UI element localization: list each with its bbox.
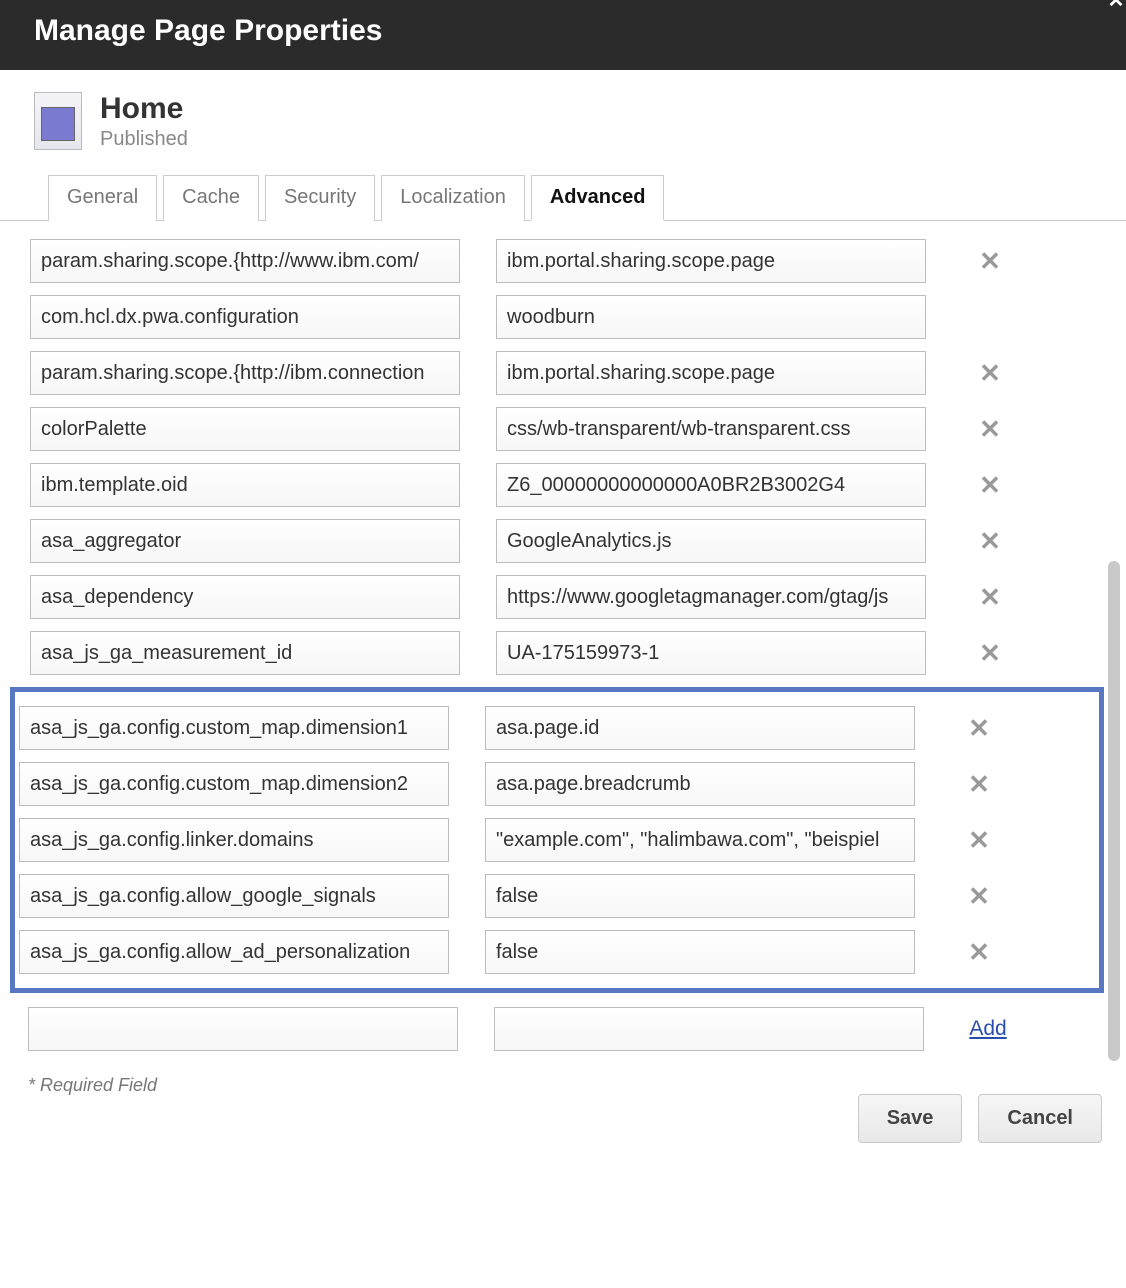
property-row: ✕: [17, 818, 1097, 862]
page-icon: [34, 92, 82, 150]
property-key-input[interactable]: [19, 818, 449, 862]
property-key-input[interactable]: [30, 519, 460, 563]
property-key-input[interactable]: [19, 762, 449, 806]
close-icon: ✕: [968, 713, 990, 743]
page-status: Published: [100, 128, 188, 151]
tab-security[interactable]: Security: [265, 175, 375, 221]
property-row: ✕: [28, 463, 1098, 507]
dialog-footer: * Required Field Save Cancel: [0, 1061, 1126, 1173]
property-value-input[interactable]: [496, 631, 926, 675]
page-header: Home Published: [0, 70, 1126, 157]
property-value-input[interactable]: [496, 463, 926, 507]
scrollbar-thumb[interactable]: [1108, 561, 1120, 1061]
close-icon: ✕: [968, 937, 990, 967]
close-icon: ✕: [968, 881, 990, 911]
highlighted-config-group: ✕ ✕ ✕ ✕ ✕: [10, 687, 1104, 993]
button-bar: Save Cancel: [24, 1094, 1102, 1143]
manage-page-properties-dialog: Manage Page Properties ✕ Home Published …: [0, 0, 1126, 1173]
close-icon: ✕: [968, 825, 990, 855]
property-row: ✕: [28, 631, 1098, 675]
property-key-input[interactable]: [30, 631, 460, 675]
property-row: ✕: [28, 239, 1098, 283]
close-icon: ✕: [979, 526, 1001, 556]
close-icon: ✕: [1108, 0, 1125, 13]
close-icon: ✕: [979, 582, 1001, 612]
required-field-note: * Required Field: [28, 1075, 1102, 1096]
add-link[interactable]: Add: [963, 1017, 1012, 1041]
property-value-input[interactable]: [496, 407, 926, 451]
delete-row-button[interactable]: ✕: [960, 877, 998, 916]
property-value-input[interactable]: [485, 706, 915, 750]
property-row: ✕: [17, 930, 1097, 974]
property-row: ✕: [17, 762, 1097, 806]
property-value-input[interactable]: [496, 239, 926, 283]
property-row: ✕: [28, 575, 1098, 619]
new-value-input[interactable]: [494, 1007, 924, 1051]
property-row: ✕: [28, 351, 1098, 395]
new-row: Add: [28, 1007, 1098, 1051]
property-row: ✕: [17, 874, 1097, 918]
delete-row-button[interactable]: ✕: [971, 578, 1009, 617]
close-icon: ✕: [979, 638, 1001, 668]
property-value-input[interactable]: [485, 818, 915, 862]
tab-general[interactable]: General: [48, 175, 157, 221]
tabs: General Cache Security Localization Adva…: [0, 157, 1126, 221]
delete-row-button[interactable]: ✕: [971, 242, 1009, 281]
property-value-input[interactable]: [485, 762, 915, 806]
property-key-input[interactable]: [30, 463, 460, 507]
dialog-close-button[interactable]: ✕: [1100, 0, 1126, 16]
dialog-title: Manage Page Properties: [34, 14, 382, 47]
delete-row-button[interactable]: ✕: [971, 634, 1009, 673]
tab-advanced[interactable]: Advanced: [531, 175, 665, 221]
close-icon: ✕: [979, 470, 1001, 500]
property-key-input[interactable]: [19, 930, 449, 974]
property-key-input[interactable]: [30, 575, 460, 619]
save-button[interactable]: Save: [858, 1094, 963, 1143]
page-title: Home: [100, 92, 188, 126]
close-icon: ✕: [979, 246, 1001, 276]
close-icon: ✕: [979, 358, 1001, 388]
tab-localization[interactable]: Localization: [381, 175, 525, 221]
cancel-button[interactable]: Cancel: [978, 1094, 1102, 1143]
delete-row-button[interactable]: ✕: [960, 709, 998, 748]
close-icon: ✕: [968, 769, 990, 799]
property-value-input[interactable]: [496, 519, 926, 563]
page-header-text: Home Published: [100, 92, 188, 151]
property-key-input[interactable]: [19, 874, 449, 918]
delete-row-button[interactable]: ✕: [960, 765, 998, 804]
property-value-input[interactable]: [496, 351, 926, 395]
advanced-content: ✕ ✕ ✕ ✕ ✕ ✕ ✕ ✕ ✕ ✕ ✕ ✕ Add: [0, 221, 1126, 1061]
property-key-input[interactable]: [19, 706, 449, 750]
tab-cache[interactable]: Cache: [163, 175, 259, 221]
new-key-input[interactable]: [28, 1007, 458, 1051]
delete-row-button[interactable]: ✕: [971, 466, 1009, 505]
property-value-input[interactable]: [496, 575, 926, 619]
property-row: ✕: [17, 706, 1097, 750]
delete-row-button[interactable]: ✕: [960, 821, 998, 860]
property-key-input[interactable]: [30, 239, 460, 283]
property-key-input[interactable]: [30, 351, 460, 395]
property-value-input[interactable]: [485, 930, 915, 974]
delete-row-button[interactable]: ✕: [971, 522, 1009, 561]
delete-row-button[interactable]: ✕: [971, 410, 1009, 449]
property-key-input[interactable]: [30, 295, 460, 339]
property-row: [28, 295, 1098, 339]
property-value-input[interactable]: [485, 874, 915, 918]
property-row: ✕: [28, 519, 1098, 563]
delete-row-button[interactable]: ✕: [960, 933, 998, 972]
property-value-input[interactable]: [496, 295, 926, 339]
dialog-titlebar: Manage Page Properties ✕: [0, 0, 1126, 70]
delete-row-button[interactable]: ✕: [971, 354, 1009, 393]
property-row: ✕: [28, 407, 1098, 451]
property-key-input[interactable]: [30, 407, 460, 451]
close-icon: ✕: [979, 414, 1001, 444]
